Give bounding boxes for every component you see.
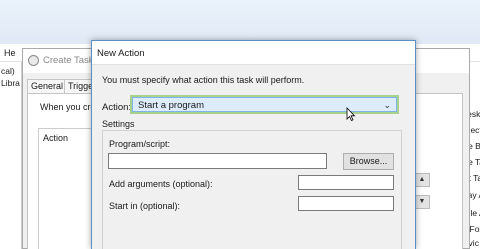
action-select-highlight: Start a program ⌄ [130, 95, 399, 114]
tab-triggers[interactable]: Trigge [64, 79, 92, 93]
browse-button[interactable]: Browse... [343, 153, 394, 170]
tab-general[interactable]: General [27, 79, 68, 93]
action-label: Action: [102, 102, 132, 113]
start-in-field[interactable] [298, 196, 394, 211]
program-script-label: Program/script: [109, 139, 171, 149]
actions-column-header[interactable]: Action [43, 133, 68, 143]
console-tree-pane: cal) Libra [0, 62, 22, 249]
dialog-title: New Action [97, 48, 145, 59]
close-button[interactable] [389, 41, 415, 64]
action-dropdown[interactable]: Start a program ⌄ [132, 97, 397, 112]
new-action-dialog: New Action You must specify what action … [91, 40, 416, 249]
create-task-title: Create Task [43, 55, 94, 66]
action-dropdown-value: Start a program [138, 100, 204, 111]
arguments-field[interactable] [298, 175, 394, 190]
mouse-pointer-icon [346, 107, 356, 121]
menu-help[interactable]: He [4, 48, 16, 58]
start-in-label: Start in (optional): [109, 201, 181, 211]
action-instruction: You must specify what action this task w… [102, 75, 305, 85]
actions-hint-text: When you cre [40, 102, 96, 112]
program-script-field[interactable] [108, 153, 327, 169]
chevron-down-icon: ⌄ [383, 100, 391, 110]
dialog-titlebar: New Action [92, 41, 415, 64]
move-up-button[interactable]: ▲ [414, 173, 430, 187]
tree-item[interactable]: cal) [1, 66, 15, 76]
tree-item[interactable]: Libra [1, 78, 20, 88]
arguments-label: Add arguments (optional): [109, 179, 213, 189]
settings-label: Settings [102, 119, 135, 129]
clock-icon [28, 55, 39, 66]
move-down-button[interactable]: ▼ [414, 195, 430, 209]
desktop-top-strip [0, 0, 480, 44]
